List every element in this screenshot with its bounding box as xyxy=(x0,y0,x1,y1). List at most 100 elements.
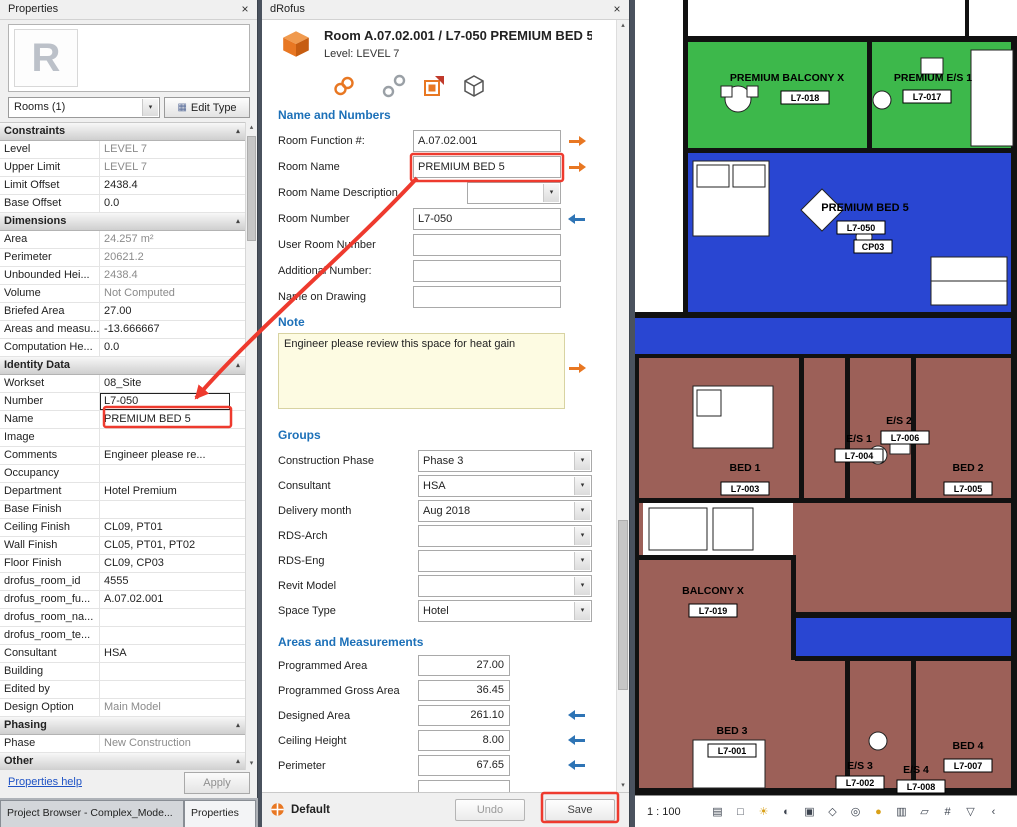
room-tag-es3[interactable]: L7-002 xyxy=(836,776,884,789)
hide-analytical-model-icon[interactable]: ▱ xyxy=(916,797,933,827)
properties-help-link[interactable]: Properties help xyxy=(8,776,82,788)
area-input[interactable]: 36.45 xyxy=(418,680,510,701)
temporary-hide-isolate-icon[interactable]: ◎ xyxy=(847,797,864,827)
area-input[interactable]: 27.00 xyxy=(418,655,510,676)
tab-project-browser[interactable]: Project Browser - Complex_Mode... xyxy=(0,800,184,827)
section-chevron-icon[interactable] xyxy=(230,429,246,446)
property-value[interactable] xyxy=(100,681,230,698)
property-value[interactable]: Main Model xyxy=(100,699,230,716)
room-tag-es2[interactable]: L7-006 xyxy=(881,431,929,444)
section-chevron-icon[interactable] xyxy=(230,555,246,572)
room-tag-cp03[interactable]: CP03 xyxy=(854,240,892,253)
property-value[interactable] xyxy=(100,465,230,482)
section-chevron-icon[interactable]: ▴ xyxy=(230,123,246,140)
property-value[interactable] xyxy=(100,609,230,626)
scrollbar-thumb[interactable] xyxy=(618,520,628,690)
chevron-down-icon[interactable]: ▾ xyxy=(574,602,590,620)
save-button[interactable]: Save xyxy=(545,799,615,821)
chevron-left-icon[interactable]: ‹ xyxy=(985,797,1002,827)
group-select[interactable]: ▾ xyxy=(418,525,592,547)
section-chevron-icon[interactable] xyxy=(230,231,246,248)
property-value[interactable]: 27.00 xyxy=(100,303,230,320)
room-name-input[interactable]: PREMIUM BED 5 xyxy=(413,156,561,178)
corridor-region-blue[interactable] xyxy=(635,318,1017,354)
link-icon[interactable] xyxy=(332,74,356,101)
additional-number-input[interactable] xyxy=(413,260,561,282)
property-value[interactable]: 08_Site xyxy=(100,375,230,392)
chevron-down-icon[interactable]: ▾ xyxy=(574,452,590,470)
property-value[interactable]: Not Computed xyxy=(100,285,230,302)
chevron-down-icon[interactable]: ▾ xyxy=(574,477,590,495)
property-value[interactable] xyxy=(100,501,230,518)
scroll-up-icon[interactable]: ▴ xyxy=(246,122,257,134)
property-value[interactable]: -13.666667 xyxy=(100,321,230,338)
section-chevron-icon[interactable] xyxy=(230,447,246,464)
property-value[interactable]: 0.0 xyxy=(100,195,230,212)
scroll-up-icon[interactable]: ▴ xyxy=(617,20,629,32)
chevron-down-icon[interactable]: ▾ xyxy=(574,577,590,595)
room-function-input[interactable]: A.07.02.001 xyxy=(413,130,561,152)
section-chevron-icon[interactable] xyxy=(230,393,246,410)
section-chevron-icon[interactable] xyxy=(230,483,246,500)
section-chevron-icon[interactable] xyxy=(230,573,246,590)
type-preview[interactable]: R xyxy=(8,24,250,92)
property-value[interactable] xyxy=(100,663,230,680)
property-value[interactable]: Engineer please re... xyxy=(100,447,230,464)
section-chevron-icon[interactable] xyxy=(230,141,246,158)
reveal-constraints-icon[interactable]: # xyxy=(939,797,956,827)
close-icon[interactable]: × xyxy=(236,1,254,18)
section-chevron-icon[interactable] xyxy=(230,627,246,644)
section-chevron-icon[interactable] xyxy=(230,375,246,392)
property-value[interactable]: CL09, PT01 xyxy=(100,519,230,536)
crop-view-icon[interactable]: ▣ xyxy=(801,797,818,827)
type-selector-dropdown[interactable]: Rooms (1) ▾ xyxy=(8,97,160,118)
property-value[interactable]: 0.0 xyxy=(100,339,230,356)
section-chevron-icon[interactable] xyxy=(230,591,246,608)
scale-control[interactable]: 1 : 100 xyxy=(647,806,699,818)
section-chevron-icon[interactable] xyxy=(230,681,246,698)
property-value[interactable]: Hotel Premium xyxy=(100,483,230,500)
property-value[interactable]: HSA xyxy=(100,645,230,662)
section-chevron-icon[interactable]: ▴ xyxy=(230,717,246,734)
section-chevron-icon[interactable] xyxy=(230,663,246,680)
property-value[interactable]: New Construction xyxy=(100,735,230,752)
group-select[interactable]: ▾ xyxy=(418,550,592,572)
visual-style-icon[interactable]: □ xyxy=(732,797,749,827)
property-value[interactable]: LEVEL 7 xyxy=(100,141,230,158)
section-chevron-icon[interactable] xyxy=(230,159,246,176)
temporary-view-properties-icon[interactable]: ▥ xyxy=(893,797,910,827)
room-tag-bed3[interactable]: L7-001 xyxy=(708,744,756,757)
property-value[interactable]: 4555 xyxy=(100,573,230,590)
property-value[interactable]: 24.257 m² xyxy=(100,231,230,248)
model-cube-icon[interactable] xyxy=(462,74,486,101)
property-value[interactable]: PREMIUM BED 5 xyxy=(100,411,230,428)
property-value[interactable] xyxy=(100,627,230,644)
property-value[interactable]: 2438.4 xyxy=(100,267,230,284)
property-value[interactable]: CL09, CP03 xyxy=(100,555,230,572)
group-select[interactable]: ▾ xyxy=(418,575,592,597)
default-profile-label[interactable]: Default xyxy=(291,804,330,816)
section-chevron-icon[interactable] xyxy=(230,249,246,266)
section-chevron-icon[interactable] xyxy=(230,645,246,662)
scroll-down-icon[interactable]: ▾ xyxy=(617,780,629,792)
room-tag-es1[interactable]: L7-004 xyxy=(835,449,883,462)
room-tag-es4[interactable]: L7-008 xyxy=(897,780,945,793)
room-tag-bed2[interactable]: L7-005 xyxy=(944,482,992,495)
room-tag-bed4[interactable]: L7-007 xyxy=(944,759,992,772)
section-chevron-icon[interactable] xyxy=(230,609,246,626)
room-region-premium-balcony[interactable] xyxy=(688,42,867,148)
section-chevron-icon[interactable]: ▴ xyxy=(230,753,246,770)
unlink-icon[interactable] xyxy=(382,74,406,101)
sun-path-icon[interactable]: ☀ xyxy=(755,797,772,827)
section-chevron-icon[interactable] xyxy=(230,465,246,482)
chevron-down-icon[interactable]: ▾ xyxy=(543,184,559,202)
section-chevron-icon[interactable] xyxy=(230,735,246,752)
area-input[interactable]: 261.10 xyxy=(418,705,510,726)
section-chevron-icon[interactable] xyxy=(230,321,246,338)
section-chevron-icon[interactable] xyxy=(230,519,246,536)
update-from-model-icon[interactable] xyxy=(422,74,446,101)
scrollbar-thumb[interactable] xyxy=(247,136,256,241)
name-on-drawing-input[interactable] xyxy=(413,286,561,308)
property-value[interactable]: LEVEL 7 xyxy=(100,159,230,176)
section-chevron-icon[interactable] xyxy=(230,501,246,518)
